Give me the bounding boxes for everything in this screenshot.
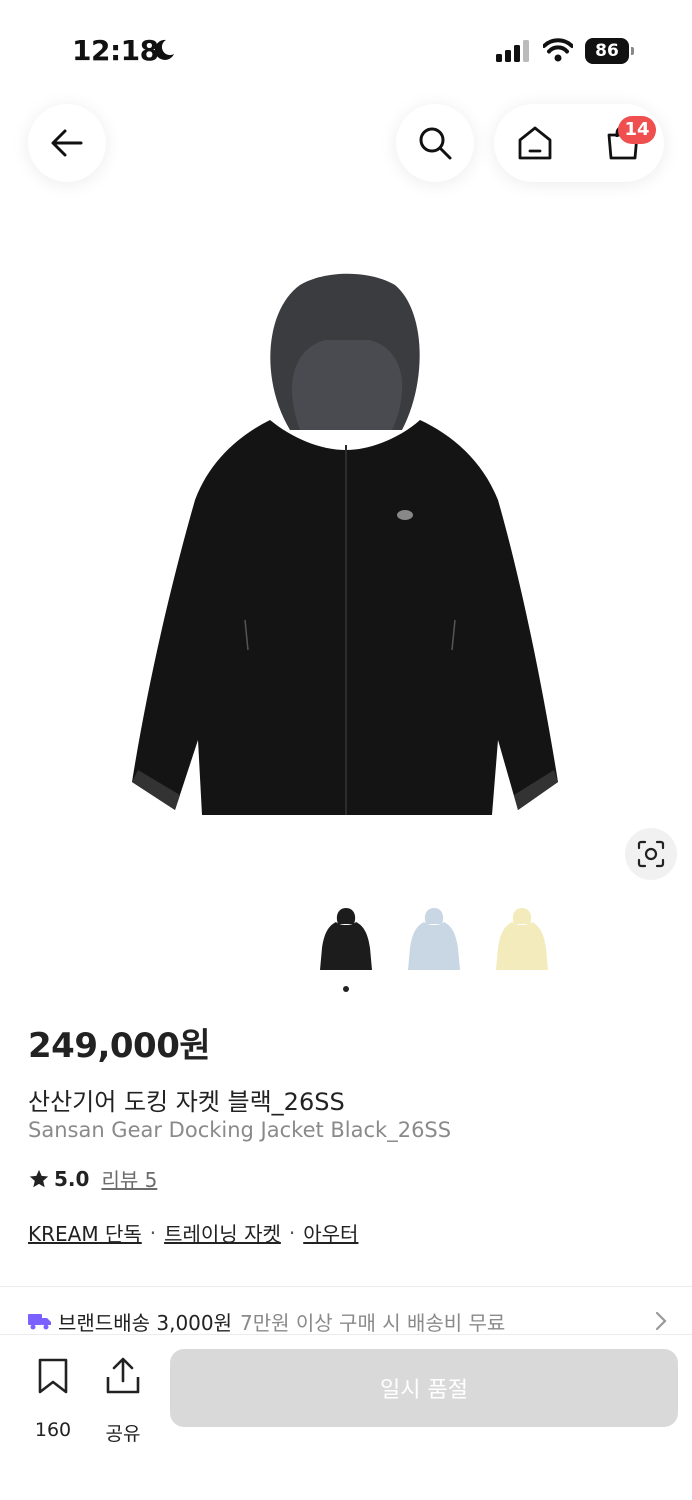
back-button[interactable]: [28, 104, 106, 182]
moon-icon: [154, 39, 174, 60]
battery-level: 86: [595, 41, 619, 61]
header-pill: 14: [494, 104, 664, 182]
search-icon: [419, 127, 452, 160]
color-thumbnails: [312, 900, 562, 980]
shipping-info-row[interactable]: 브랜드배송 3,000원 7만원 이상 구매 시 배송비 무료: [28, 1306, 668, 1336]
chevron-right-icon: [655, 1311, 667, 1331]
tag-outer[interactable]: 아우터: [303, 1218, 358, 1247]
share-label: 공유: [105, 1423, 141, 1445]
wifi-icon: [543, 38, 573, 62]
selected-thumbnail-indicator: [343, 986, 349, 992]
star-icon: [29, 1169, 49, 1187]
bookmark-icon: [38, 1358, 68, 1394]
arrow-left-icon: [51, 129, 83, 157]
sold-out-button[interactable]: 일시 품절: [170, 1349, 678, 1427]
product-name-english: Sansan Gear Docking Jacket Black_26SS: [28, 1118, 452, 1142]
divider: [0, 1286, 692, 1287]
rating-row: 5.0 리뷰 5: [28, 1164, 157, 1193]
category-tags: KREAM 단독 · 트레이닝 자켓 · 아우터: [28, 1218, 358, 1247]
tag-kream-exclusive[interactable]: KREAM 단독: [28, 1218, 142, 1247]
bookmark-count: 160: [34, 1419, 72, 1441]
thumbnail-yellow[interactable]: [492, 904, 552, 976]
shipping-note: 7만원 이상 구매 시 배송비 무료: [240, 1310, 506, 1335]
rating-value: 5.0: [54, 1166, 90, 1191]
home-button[interactable]: [508, 116, 562, 170]
share-icon: [106, 1357, 140, 1394]
bookmark-button[interactable]: 160: [24, 1357, 82, 1441]
review-link[interactable]: 리뷰 5: [101, 1164, 157, 1193]
product-image[interactable]: [120, 270, 572, 830]
share-button[interactable]: 공유: [94, 1357, 152, 1445]
search-button[interactable]: [396, 104, 474, 182]
cellular-signal-icon: [496, 40, 529, 62]
status-bar: 12:18 86: [0, 0, 692, 90]
bottom-action-bar: 160 공유 일시 품절: [0, 1334, 692, 1500]
tag-separator: ·: [149, 1220, 157, 1245]
truck-icon: [28, 1314, 51, 1330]
lens-icon: [637, 840, 665, 868]
tag-training-jacket[interactable]: 트레이닝 자켓: [164, 1218, 281, 1247]
thumbnail-black[interactable]: [316, 904, 376, 976]
battery-indicator: 86: [585, 38, 635, 64]
status-time: 12:18: [72, 34, 159, 67]
thumbnail-light-blue[interactable]: [404, 904, 464, 976]
product-name-korean: 산산기어 도킹 자켓 블랙_26SS: [28, 1088, 345, 1116]
shipping-fee: 브랜드배송 3,000원: [58, 1310, 233, 1335]
tag-separator: ·: [288, 1220, 296, 1245]
visual-search-button[interactable]: [625, 828, 677, 880]
cart-count-badge: 14: [618, 116, 656, 144]
product-price: 249,000원: [28, 1026, 211, 1066]
home-icon: [518, 126, 552, 160]
